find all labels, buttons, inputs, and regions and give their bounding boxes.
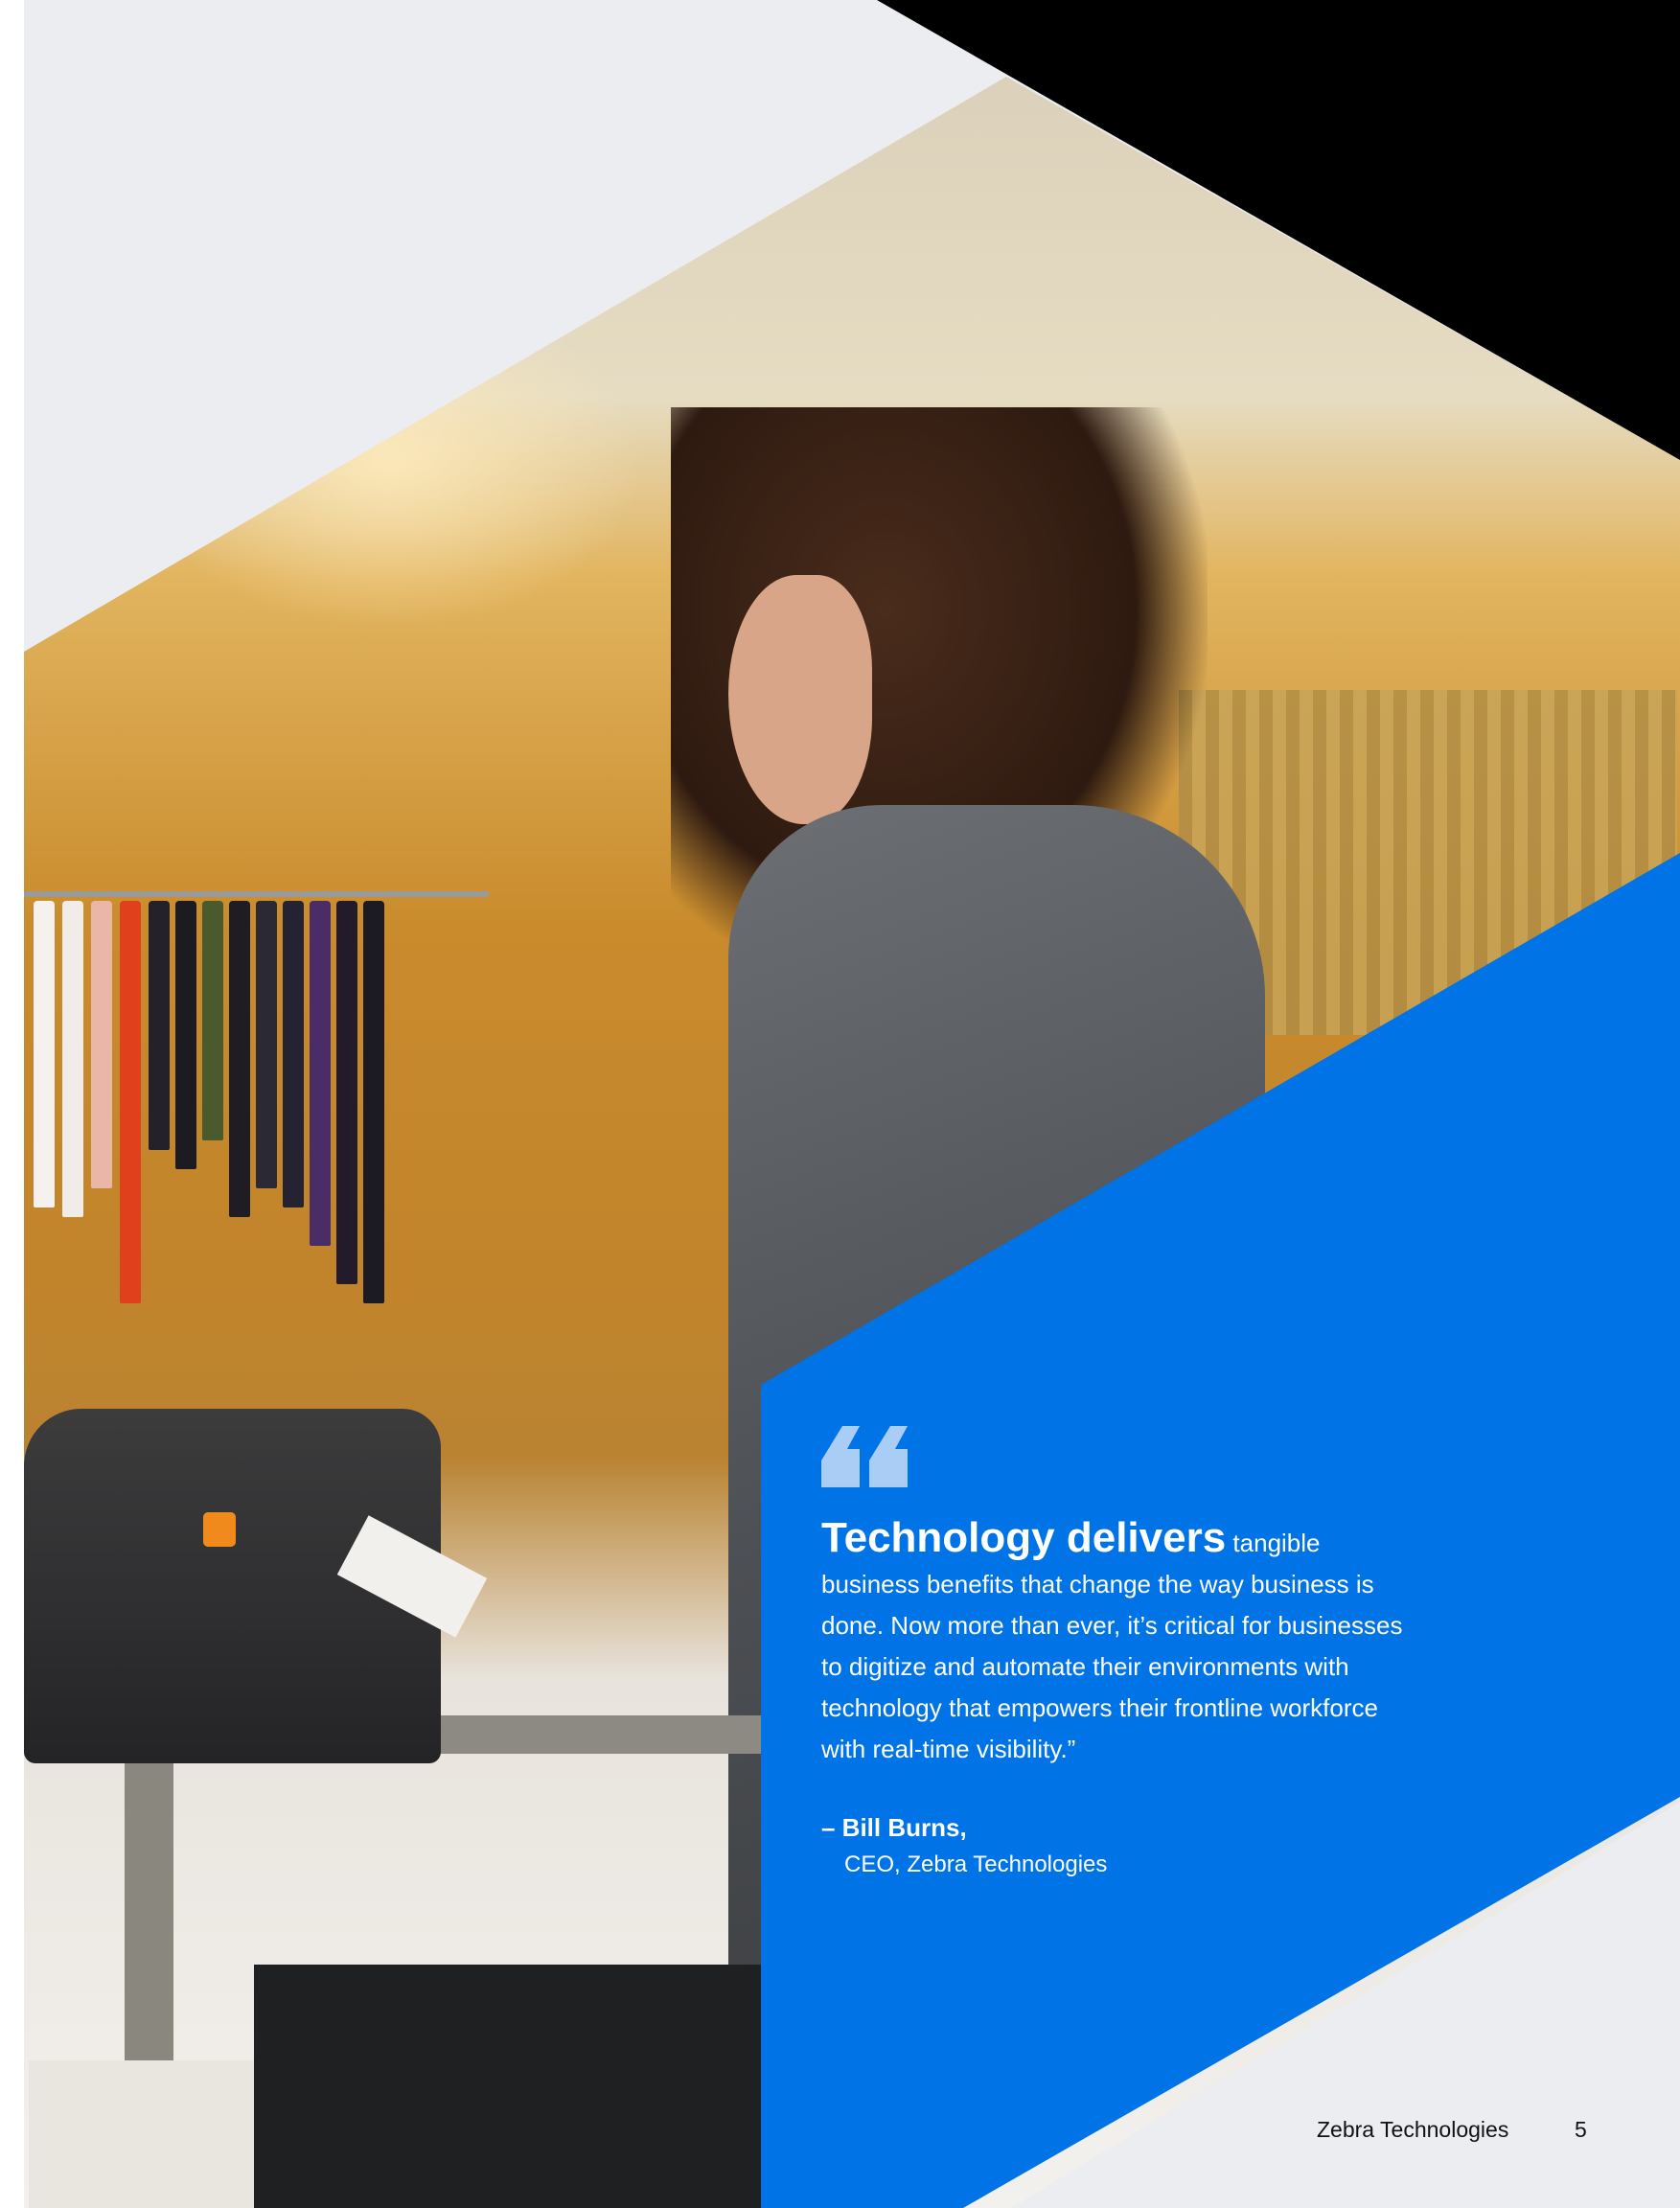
page: Technology delivers tangible business be… (0, 0, 1680, 2208)
garment (62, 901, 83, 1217)
printer-button (203, 1512, 236, 1547)
pull-quote: Technology delivers tangible business be… (821, 1517, 1415, 1770)
quote-lead: Technology delivers (821, 1514, 1227, 1561)
garment (229, 901, 250, 1217)
garment (336, 901, 357, 1284)
garment (363, 901, 384, 1303)
garment (34, 901, 55, 1208)
garment (120, 901, 141, 1303)
black-box (254, 1965, 762, 2208)
garment (256, 901, 277, 1188)
garment (310, 901, 331, 1246)
page-number: 5 (1575, 2117, 1587, 2142)
attribution-name: – Bill Burns, (821, 1813, 967, 1842)
quote-body: tangible business benefits that change t… (821, 1529, 1403, 1763)
garment (149, 901, 170, 1150)
garment (202, 901, 223, 1140)
quote-icon (821, 1426, 908, 1487)
attribution-role: CEO, Zebra Technologies (844, 1852, 1108, 1877)
clothing-rack (24, 891, 489, 897)
garment (91, 901, 112, 1188)
garment (175, 901, 196, 1169)
garment (283, 901, 304, 1208)
footer-company: Zebra Technologies (1317, 2117, 1509, 2142)
